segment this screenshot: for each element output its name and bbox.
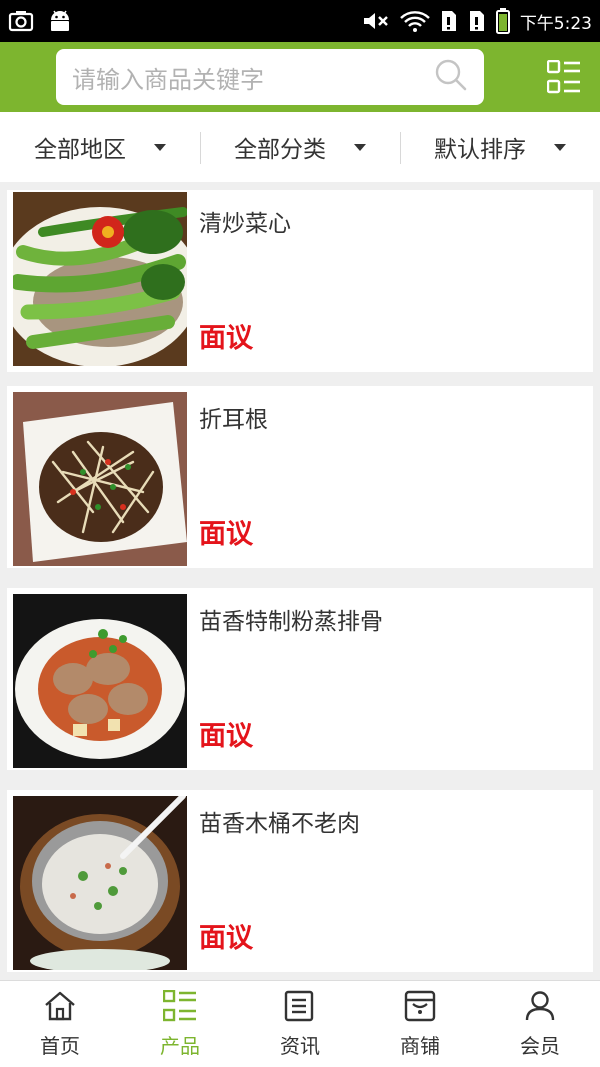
- product-image[interactable]: [13, 392, 187, 566]
- android-icon: [48, 10, 72, 32]
- nav-label: 首页: [40, 1033, 80, 1058]
- search-bar[interactable]: 请输入商品关键字: [56, 49, 484, 105]
- nav-label: 会员: [520, 1033, 560, 1058]
- product-card[interactable]: 苗香木桶不老肉 面议: [7, 790, 593, 972]
- filter-region-dropdown[interactable]: 全部地区: [0, 112, 200, 182]
- product-price: 面议: [199, 721, 253, 752]
- nav-label: 资讯: [280, 1033, 320, 1058]
- home-icon: [43, 990, 77, 1026]
- nav-label: 商铺: [400, 1033, 440, 1058]
- product-price: 面议: [199, 323, 253, 354]
- product-card[interactable]: 折耳根 面议: [7, 386, 593, 568]
- product-card[interactable]: 苗香特制粉蒸排骨 面议: [7, 588, 593, 770]
- search-input[interactable]: 请输入商品关键字: [72, 60, 434, 95]
- battery-icon: [495, 8, 510, 34]
- filter-category-dropdown[interactable]: 全部分类: [200, 112, 400, 182]
- product-image[interactable]: [13, 594, 187, 768]
- status-bar: 下午5:23: [0, 0, 600, 42]
- filter-label: 默认排序: [434, 137, 526, 163]
- news-icon: [284, 990, 316, 1026]
- nav-label: 产品: [160, 1033, 200, 1058]
- product-list-icon: [162, 989, 197, 1026]
- nav-shop[interactable]: 商铺: [360, 981, 480, 1067]
- nav-member[interactable]: 会员: [480, 981, 600, 1067]
- app-header: 请输入商品关键字: [0, 42, 600, 112]
- product-price: 面议: [199, 923, 253, 954]
- filter-bar: 全部地区 全部分类 默认排序: [0, 112, 600, 182]
- clock: 下午5:23: [519, 13, 592, 34]
- product-price: 面议: [199, 519, 253, 550]
- mute-icon: [362, 10, 390, 32]
- wifi-icon: [399, 10, 430, 32]
- shop-icon: [403, 990, 437, 1026]
- nav-news[interactable]: 资讯: [240, 981, 360, 1067]
- filter-label: 全部分类: [234, 137, 326, 163]
- nav-home[interactable]: 首页: [0, 981, 120, 1067]
- sim2-icon: [468, 9, 486, 33]
- product-name[interactable]: 清炒菜心: [199, 204, 291, 238]
- bottom-nav: 首页 产品 资讯 商铺 会员: [0, 980, 600, 1067]
- grid-menu-icon[interactable]: [546, 59, 581, 94]
- product-name[interactable]: 苗香特制粉蒸排骨: [199, 602, 383, 636]
- search-icon[interactable]: [434, 58, 468, 96]
- caret-down-icon: [154, 143, 166, 151]
- nav-products[interactable]: 产品: [120, 981, 240, 1067]
- filter-label: 全部地区: [34, 137, 126, 163]
- product-name[interactable]: 苗香木桶不老肉: [199, 804, 360, 838]
- member-icon: [524, 990, 556, 1026]
- filter-sort-dropdown[interactable]: 默认排序: [400, 112, 600, 182]
- product-card[interactable]: 清炒菜心 面议: [7, 190, 593, 372]
- product-image[interactable]: [13, 192, 187, 366]
- product-image[interactable]: [13, 796, 187, 970]
- caret-down-icon: [354, 143, 366, 151]
- camera-icon: [8, 10, 34, 32]
- caret-down-icon: [554, 143, 566, 151]
- product-name[interactable]: 折耳根: [199, 400, 268, 434]
- sim1-icon: [440, 9, 458, 33]
